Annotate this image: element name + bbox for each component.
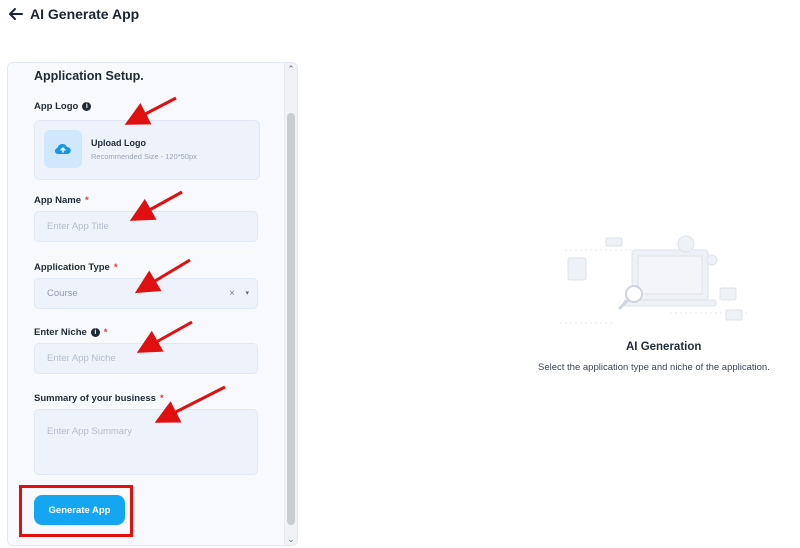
info-icon[interactable]: i — [82, 102, 92, 111]
scroll-thumb[interactable] — [287, 113, 295, 525]
upload-logo-box[interactable]: Upload Logo Recommended Size - 120*50px — [34, 120, 260, 180]
ai-generation-title: AI Generation — [626, 341, 702, 353]
upload-icon-wrap[interactable] — [44, 130, 82, 168]
ai-generation-subtitle: Select the application type and niche of… — [538, 362, 770, 373]
cloud-upload-icon — [54, 143, 71, 155]
section-title: Application Setup. — [34, 69, 144, 83]
scroll-up-icon[interactable]: ⌃ — [285, 63, 297, 75]
application-setup-panel: Application Setup. App Logo i Upload Log… — [7, 62, 298, 546]
summary-textarea[interactable]: Enter App Summary — [34, 409, 258, 475]
app-name-label: App Name * — [34, 195, 89, 206]
scrollbar[interactable]: ⌃ ⌄ — [284, 63, 297, 545]
upload-logo-hint: Recommended Size - 120*50px — [91, 152, 197, 161]
annotation-highlight-box — [19, 485, 133, 537]
application-type-label: Application Type * — [34, 262, 118, 273]
niche-label: Enter Niche i * — [34, 327, 108, 338]
upload-logo-title: Upload Logo — [91, 138, 146, 148]
application-type-select[interactable]: Course × ▾ — [34, 278, 258, 309]
niche-input[interactable]: Enter App Niche — [34, 343, 258, 374]
clear-icon[interactable]: × — [229, 288, 235, 299]
summary-label: Summary of your business * — [34, 393, 164, 404]
chevron-down-icon[interactable]: ▾ — [245, 289, 249, 297]
application-type-value: Course — [47, 288, 78, 299]
header: AI Generate App — [8, 6, 139, 22]
scroll-down-icon[interactable]: ⌄ — [285, 533, 297, 545]
page-title: AI Generate App — [30, 6, 140, 22]
info-icon[interactable]: i — [90, 328, 100, 337]
app-name-input[interactable]: Enter App Title — [34, 211, 258, 242]
back-arrow-icon[interactable] — [8, 6, 24, 22]
app-logo-label: App Logo i — [34, 101, 92, 112]
